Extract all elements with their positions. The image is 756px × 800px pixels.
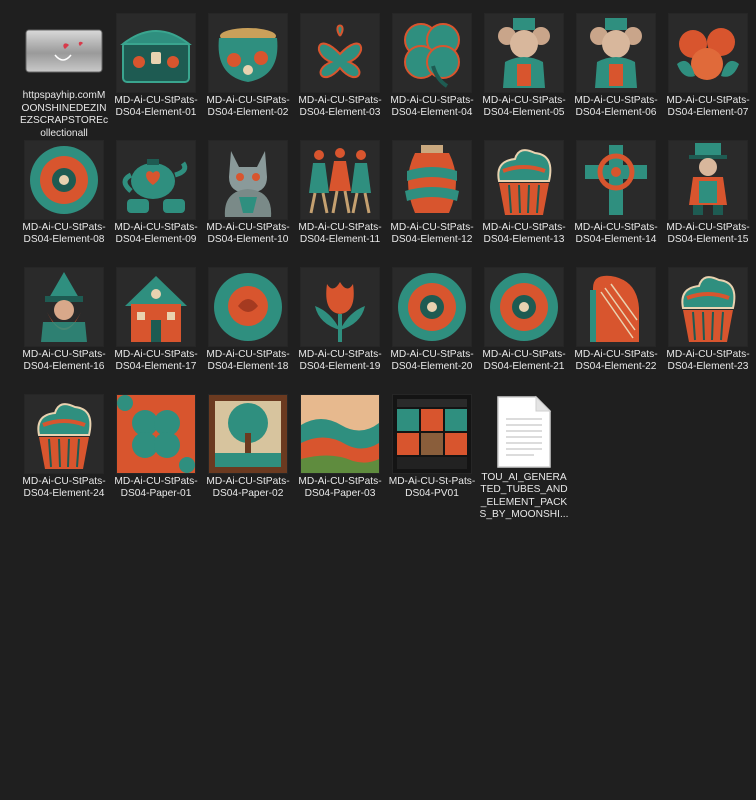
cat-icon	[209, 141, 287, 219]
leprechaun-icon	[669, 141, 747, 219]
file-name-label: MD-Ai-CU-St-Pats-DS04-PV01	[388, 476, 476, 500]
file-name-label: MD-Ai-CU-StPats-DS04-Element-11	[298, 222, 382, 246]
tree-paper-icon	[209, 395, 287, 473]
mouse-leprechaun-icon	[485, 14, 563, 92]
file-name-label: MD-Ai-CU-StPats-DS04-Paper-03	[298, 476, 382, 500]
four-leaf-clover-icon	[393, 14, 471, 92]
cupcake-icon	[669, 268, 747, 346]
file-name-label: MD-Ai-CU-StPats-DS04-Element-21	[482, 349, 566, 373]
file-browser-pane: httpspayhip.comMOONSHINEDEZINEZSCRAPSTOR…	[0, 0, 756, 800]
file-name-label: MD-Ai-CU-StPats-DS04-Element-07	[666, 95, 750, 119]
file-name-label: MD-Ai-CU-StPats-DS04-Element-20	[390, 349, 474, 373]
file-item[interactable]: MD-Ai-CU-StPats-DS04-Element-16	[18, 268, 110, 394]
file-item[interactable]: MD-Ai-CU-StPats-DS04-Element-09	[110, 141, 202, 267]
file-name-label: MD-Ai-CU-StPats-DS04-Element-13	[482, 222, 566, 246]
preview-collage-icon	[393, 395, 471, 473]
vase-icon	[393, 141, 471, 219]
file-item[interactable]: MD-Ai-CU-StPats-DS04-Element-23	[662, 268, 754, 394]
file-name-label: MD-Ai-CU-StPats-DS04-Element-19	[298, 349, 382, 373]
file-item[interactable]: MD-Ai-CU-StPats-DS04-Element-14	[570, 141, 662, 267]
file-item[interactable]: MD-Ai-CU-StPats-DS04-Element-03	[294, 14, 386, 140]
file-name-label: MD-Ai-CU-StPats-DS04-Element-04	[390, 95, 474, 119]
file-item[interactable]: MD-Ai-CU-StPats-DS04-Element-08	[18, 141, 110, 267]
pot-of-gold-icon	[209, 14, 287, 92]
file-name-label: MD-Ai-CU-StPats-DS04-Element-14	[574, 222, 658, 246]
house-icon	[117, 268, 195, 346]
file-item[interactable]: TOU_AI_GENERATED_TUBES_AND_ELEMENT_PACKS…	[478, 395, 570, 521]
file-name-label: MD-Ai-CU-StPats-DS04-Element-12	[390, 222, 474, 246]
file-item[interactable]: MD-Ai-CU-StPats-DS04-Element-01	[110, 14, 202, 140]
file-item[interactable]: httpspayhip.comMOONSHINEDEZINEZSCRAPSTOR…	[18, 14, 110, 140]
file-name-label: MD-Ai-CU-StPats-DS04-Element-02	[206, 95, 290, 119]
rose-icon	[209, 268, 287, 346]
file-name-label: MD-Ai-CU-StPats-DS04-Element-09	[114, 222, 198, 246]
file-name-label: MD-Ai-CU-StPats-DS04-Element-17	[114, 349, 198, 373]
web-link-icon	[25, 14, 103, 87]
file-item[interactable]: MD-Ai-CU-StPats-DS04-Element-10	[202, 141, 294, 267]
file-name-label: MD-Ai-CU-StPats-DS04-Paper-01	[114, 476, 198, 500]
file-item[interactable]: MD-Ai-CU-StPats-DS04-Paper-03	[294, 395, 386, 521]
file-name-label: MD-Ai-CU-StPats-DS04-Element-08	[22, 222, 106, 246]
file-item[interactable]: MD-Ai-CU-StPats-DS04-Element-15	[662, 141, 754, 267]
flower-icon	[25, 141, 103, 219]
file-item[interactable]: MD-Ai-CU-StPats-DS04-Element-17	[110, 268, 202, 394]
flower-icon	[485, 268, 563, 346]
file-name-label: MD-Ai-CU-StPats-DS04-Element-06	[574, 95, 658, 119]
scrollbar-track[interactable]	[752, 0, 756, 800]
file-item[interactable]: MD-Ai-CU-StPats-DS04-Element-13	[478, 141, 570, 267]
file-item[interactable]: MD-Ai-CU-StPats-DS04-Element-20	[386, 268, 478, 394]
file-name-label: MD-Ai-CU-StPats-DS04-Element-24	[22, 476, 106, 500]
file-item[interactable]: MD-Ai-CU-StPats-DS04-Element-21	[478, 268, 570, 394]
shamrock-icon	[301, 14, 379, 92]
gnome-icon	[25, 268, 103, 346]
file-item[interactable]: MD-Ai-CU-StPats-DS04-Element-22	[570, 268, 662, 394]
file-item[interactable]: MD-Ai-CU-StPats-DS04-Element-02	[202, 14, 294, 140]
file-item[interactable]: MD-Ai-CU-StPats-DS04-Element-12	[386, 141, 478, 267]
file-name-label: MD-Ai-CU-StPats-DS04-Element-23	[666, 349, 750, 373]
file-name-label: httpspayhip.comMOONSHINEDEZINEZSCRAPSTOR…	[19, 90, 109, 139]
cupcake-icon	[485, 141, 563, 219]
file-item[interactable]: MD-Ai-CU-StPats-DS04-Paper-02	[202, 395, 294, 521]
file-item[interactable]: MD-Ai-CU-StPats-DS04-Element-24	[18, 395, 110, 521]
file-item[interactable]: MD-Ai-CU-StPats-DS04-Element-18	[202, 268, 294, 394]
tulip-icon	[301, 268, 379, 346]
file-item[interactable]: MD-Ai-CU-StPats-DS04-Element-04	[386, 14, 478, 140]
file-name-label: MD-Ai-CU-StPats-DS04-Element-15	[666, 222, 750, 246]
file-name-label: MD-Ai-CU-StPats-DS04-Element-10	[206, 222, 290, 246]
file-item[interactable]: MD-Ai-CU-StPats-DS04-Element-06	[570, 14, 662, 140]
celtic-cross-icon	[577, 141, 655, 219]
teapot-icon	[117, 141, 195, 219]
hills-paper-icon	[301, 395, 379, 473]
dancers-icon	[301, 141, 379, 219]
file-item[interactable]: MD-Ai-CU-St-Pats-DS04-PV01	[386, 395, 478, 521]
treasure-chest-icon	[117, 14, 195, 92]
file-name-label: MD-Ai-CU-StPats-DS04-Element-16	[22, 349, 106, 373]
file-icon-grid: httpspayhip.comMOONSHINEDEZINEZSCRAPSTOR…	[18, 14, 754, 521]
file-name-label: MD-Ai-CU-StPats-DS04-Element-18	[206, 349, 290, 373]
file-name-label: MD-Ai-CU-StPats-DS04-Paper-02	[206, 476, 290, 500]
file-name-label: MD-Ai-CU-StPats-DS04-Element-01	[114, 95, 198, 119]
flower-icon	[393, 268, 471, 346]
file-name-label: MD-Ai-CU-StPats-DS04-Element-03	[298, 95, 382, 119]
cupcake-icon	[25, 395, 103, 473]
file-item[interactable]: MD-Ai-CU-StPats-DS04-Element-05	[478, 14, 570, 140]
file-name-label: TOU_AI_GENERATED_TUBES_AND_ELEMENT_PACKS…	[479, 472, 569, 521]
file-name-label: MD-Ai-CU-StPats-DS04-Element-05	[482, 95, 566, 119]
file-item[interactable]: MD-Ai-CU-StPats-DS04-Element-19	[294, 268, 386, 394]
file-item[interactable]: MD-Ai-CU-StPats-DS04-Element-07	[662, 14, 754, 140]
flower-bouquet-icon	[669, 14, 747, 92]
file-item[interactable]: MD-Ai-CU-StPats-DS04-Paper-01	[110, 395, 202, 521]
clover-paper-icon	[117, 395, 195, 473]
text-document-icon	[485, 395, 563, 469]
mouse-leprechaun-icon	[577, 14, 655, 92]
file-item[interactable]: MD-Ai-CU-StPats-DS04-Element-11	[294, 141, 386, 267]
file-name-label: MD-Ai-CU-StPats-DS04-Element-22	[574, 349, 658, 373]
harp-icon	[577, 268, 655, 346]
